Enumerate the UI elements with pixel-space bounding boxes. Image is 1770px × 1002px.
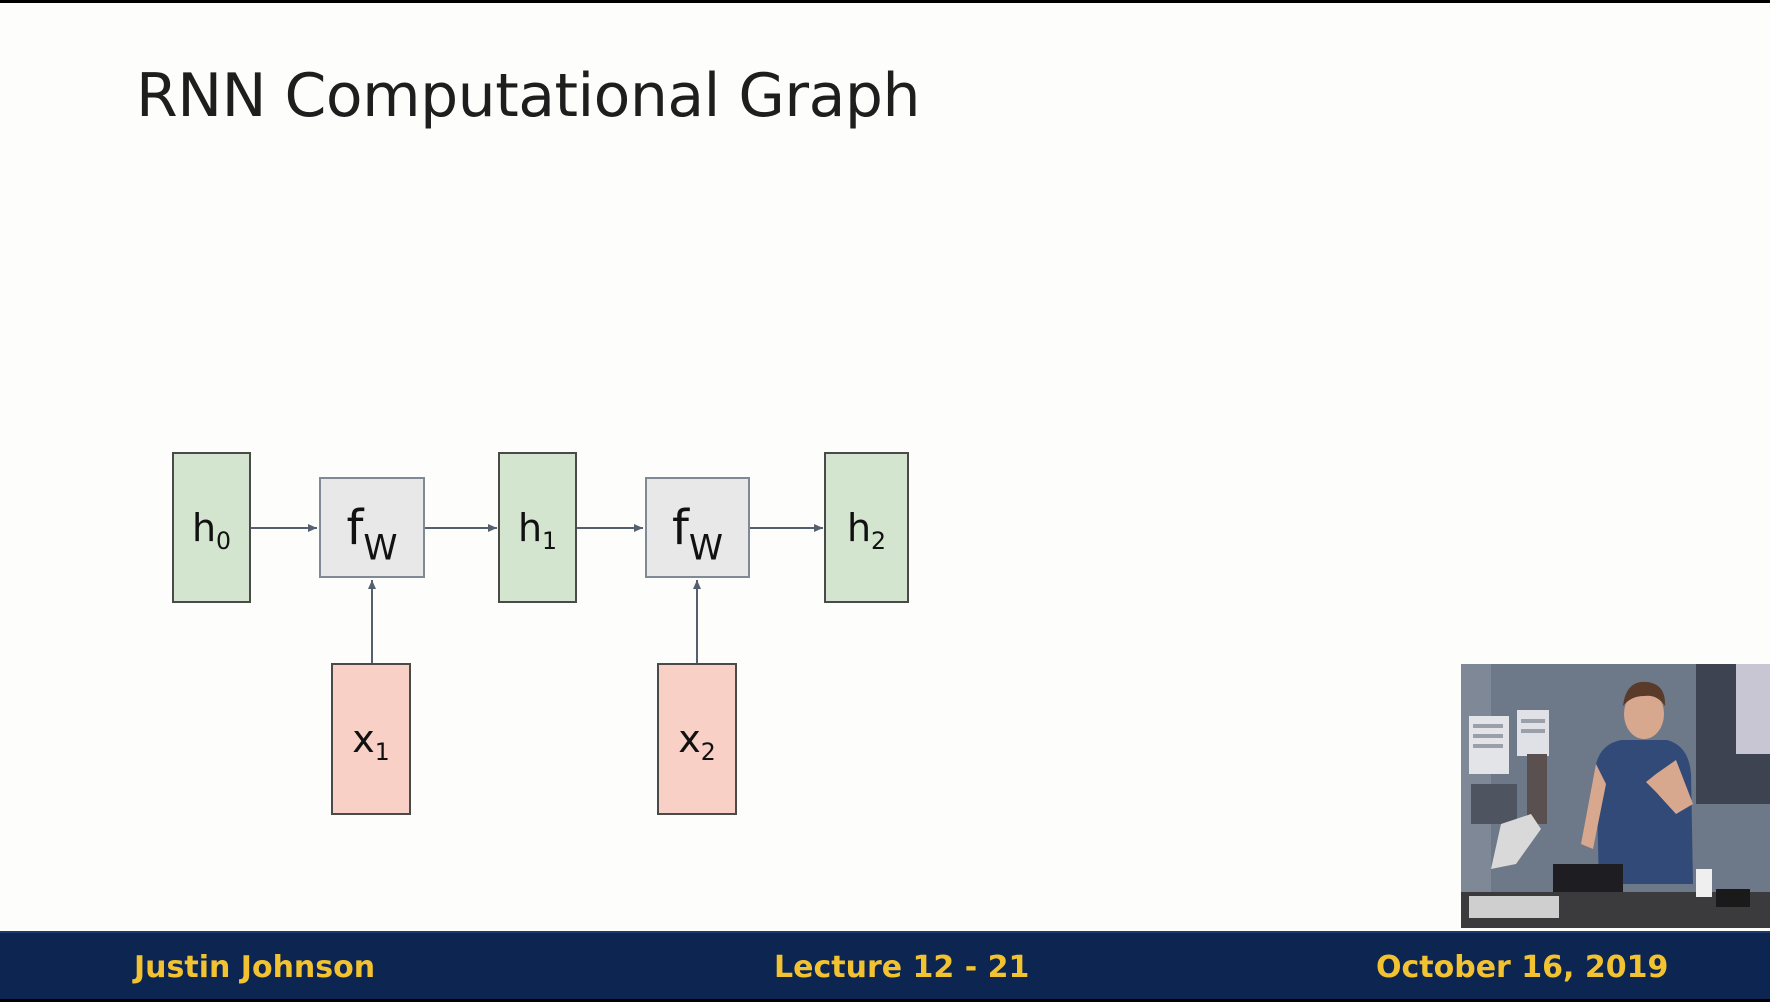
node-x1-label: x1: [352, 717, 390, 767]
node-h1-label: h1: [517, 505, 558, 555]
node-fw1-label: fW: [346, 499, 398, 569]
screen: RNN Computational Graph h0 fW h1 fW h2 x…: [0, 0, 1770, 1002]
slide-footer: Justin Johnson Lecture 12 - 21 October 1…: [0, 931, 1770, 999]
footer-author: Justin Johnson: [134, 950, 376, 985]
node-h0: h0: [172, 452, 251, 603]
node-h1: h1: [498, 452, 577, 603]
node-fw2: fW: [645, 477, 750, 578]
node-fw2-label: fW: [671, 499, 724, 569]
node-fw1: fW: [319, 477, 425, 578]
node-x2-label: x2: [678, 717, 716, 767]
node-h2: h2: [824, 452, 909, 603]
node-h2-label: h2: [846, 505, 887, 555]
node-h0-label: h0: [191, 505, 232, 555]
footer-lecture: Lecture 12 - 21: [774, 950, 1030, 985]
footer-date: October 16, 2019: [1376, 950, 1669, 985]
node-x2: x2: [657, 663, 737, 815]
node-x1: x1: [331, 663, 411, 815]
presenter-video: [1461, 664, 1770, 928]
presenter-video-icon: [1461, 664, 1770, 928]
